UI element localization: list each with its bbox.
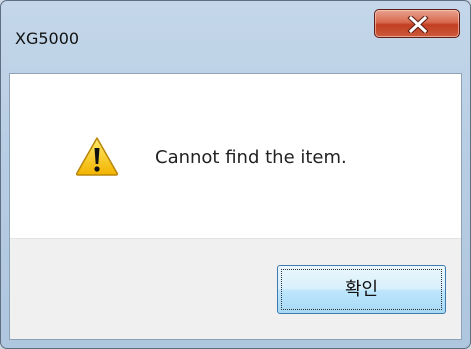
message-area: Cannot find the item.	[10, 74, 461, 238]
button-area: 확인	[10, 238, 461, 339]
dialog-window: XG5000 Cannot find the item. 확인	[0, 0, 471, 349]
ok-button-label: 확인	[344, 279, 379, 300]
ok-button[interactable]: 확인	[277, 265, 446, 314]
window-title: XG5000	[15, 29, 80, 48]
close-button[interactable]	[374, 9, 460, 38]
warning-icon	[75, 137, 119, 176]
dialog-client-area: Cannot find the item. 확인	[9, 73, 462, 340]
close-icon	[407, 16, 429, 33]
title-bar[interactable]: XG5000	[1, 1, 470, 75]
message-text: Cannot find the item.	[155, 147, 347, 168]
